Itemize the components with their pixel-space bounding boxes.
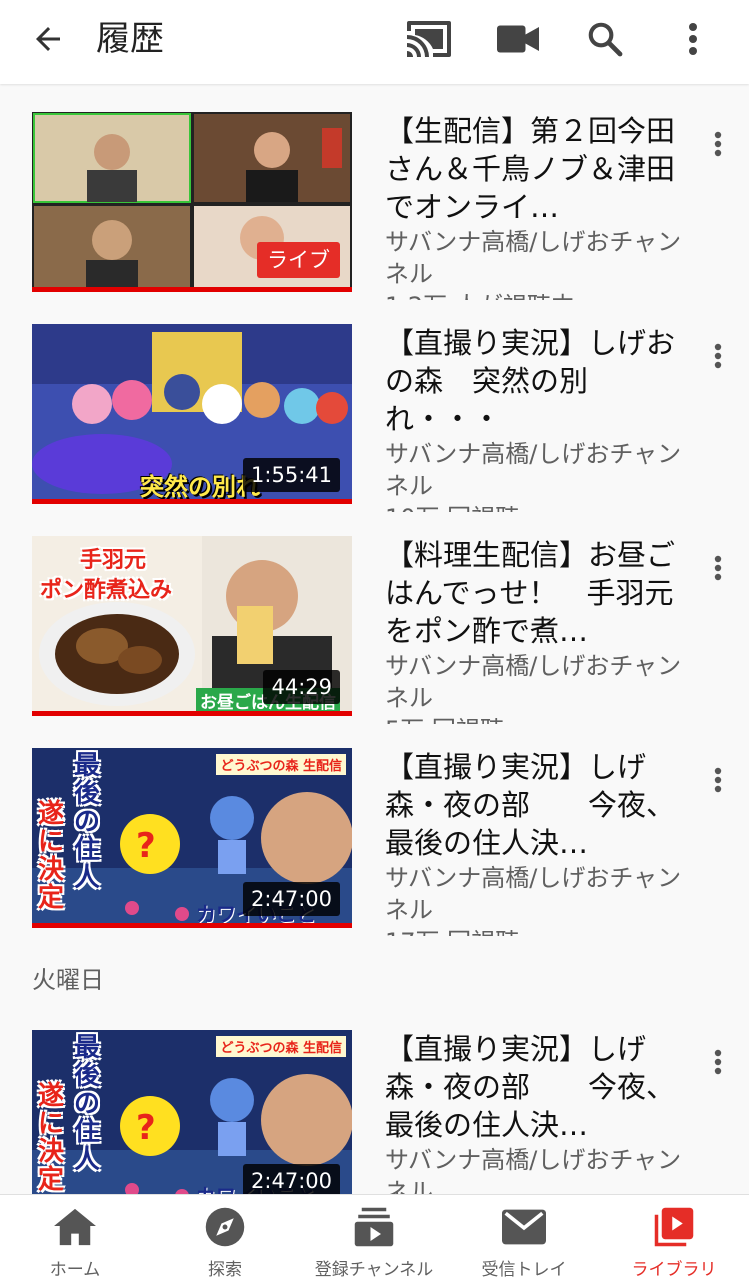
video-title[interactable]: 【直撮り実況】しげ森・夜の部 今夜、最後の住人決…: [385, 748, 685, 862]
thumbnail-caption: ポン酢煮込み: [40, 578, 173, 603]
video-more-button[interactable]: [700, 544, 736, 592]
home-icon: [50, 1205, 100, 1249]
nav-explore[interactable]: 探索: [150, 1195, 300, 1286]
explore-icon: [200, 1205, 250, 1249]
bottom-navigation: ホーム 探索 登録チャンネル 受信トレイ ライブラリ: [0, 1194, 749, 1286]
search-icon: [588, 22, 623, 57]
thumbnail-question-mark: ?: [136, 826, 156, 866]
video-meta: 【直撮り実況】しげおの森 突然の別れ・・・ サバンナ高橋/しげおチャンネル 10…: [385, 324, 685, 512]
nav-library[interactable]: ライブラリ: [599, 1195, 749, 1286]
thumbnail-caption: 遂に決定: [38, 1081, 65, 1194]
channel-name: サバンナ高橋/しげおチャンネル: [385, 228, 682, 288]
nav-home[interactable]: ホーム: [0, 1195, 150, 1286]
page-title: 履歴: [96, 19, 164, 59]
nav-label: 受信トレイ: [481, 1260, 567, 1280]
video-item[interactable]: 最後の住人 遂に決定 どうぶつの森 生配信 ? カワイいこと 2:47:00 【…: [0, 748, 749, 938]
view-stats: 1.2万 人が視聴中: [385, 290, 685, 300]
video-duration: 44:29: [263, 670, 340, 704]
section-header-day: 火曜日: [32, 966, 104, 994]
watch-progress-bar: [32, 923, 352, 928]
thumbnail-caption: 突然の別れ: [140, 473, 260, 501]
thumbnail-caption: 最後の住人: [74, 1033, 101, 1175]
thumbnail-caption: 最後の住人: [74, 751, 101, 893]
video-thumbnail[interactable]: 最後の住人 遂に決定 どうぶつの森 生配信 ? カワイいこと 2:47:00: [32, 1030, 352, 1194]
nav-label: ホーム: [49, 1260, 101, 1280]
cast-icon: [407, 21, 451, 57]
channel-name: サバンナ高橋/しげおチャンネル: [385, 1146, 682, 1194]
thumbnail-caption: どうぶつの森 生配信: [216, 754, 346, 775]
thumbnail-caption: 手羽元: [80, 548, 147, 573]
more-vert-icon: [714, 343, 722, 369]
more-vert-icon: [689, 23, 697, 55]
live-badge: ライブ: [257, 242, 340, 278]
video-item[interactable]: 手羽元 ポン酢煮込み お昼ごはん生配信 44:29 【料理生配信】お昼ごはんでっ…: [0, 536, 749, 726]
video-title[interactable]: 【直撮り実況】しげおの森 突然の別れ・・・: [385, 324, 685, 438]
video-more-button[interactable]: [700, 756, 736, 804]
nav-label: 登録チャンネル: [314, 1260, 434, 1280]
video-more-button[interactable]: [700, 332, 736, 380]
thumbnail-caption: どうぶつの森 生配信: [216, 1036, 346, 1057]
nav-inbox[interactable]: 受信トレイ: [449, 1195, 599, 1286]
video-meta: 【生配信】第２回今田さん＆千鳥ノブ＆津田でオンライ… サバンナ高橋/しげおチャン…: [385, 112, 685, 300]
back-arrow-icon: [36, 27, 60, 51]
video-thumbnail[interactable]: 突然の別れ 1:55:41: [32, 324, 352, 504]
upload-video-button[interactable]: [491, 13, 545, 65]
watch-progress-bar: [32, 711, 352, 716]
more-vert-icon: [714, 1049, 722, 1075]
more-vert-icon: [714, 767, 722, 793]
video-item[interactable]: ライブ 【生配信】第２回今田さん＆千鳥ノブ＆津田でオンライ… サバンナ高橋/しげ…: [0, 112, 749, 302]
video-thumbnail[interactable]: 最後の住人 遂に決定 どうぶつの森 生配信 ? カワイいこと 2:47:00: [32, 748, 352, 928]
more-options-button[interactable]: [666, 13, 720, 65]
video-duration: 2:47:00: [243, 882, 340, 916]
nav-label: 探索: [208, 1260, 242, 1280]
subscriptions-icon: [349, 1205, 399, 1249]
thumbnail-question-mark: ?: [136, 1108, 156, 1148]
channel-name: サバンナ高橋/しげおチャンネル: [385, 864, 682, 924]
channel-name: サバンナ高橋/しげおチャンネル: [385, 652, 682, 712]
back-button[interactable]: [22, 16, 74, 62]
video-more-button[interactable]: [700, 120, 736, 168]
history-list: ライブ 【生配信】第２回今田さん＆千鳥ノブ＆津田でオンライ… サバンナ高橋/しげ…: [0, 84, 749, 1194]
more-vert-icon: [714, 131, 722, 157]
video-duration: 1:55:41: [243, 458, 340, 492]
video-meta: 【料理生配信】お昼ごはんでっせ！ 手羽元をポン酢で煮… サバンナ高橋/しげおチャ…: [385, 536, 685, 724]
video-title[interactable]: 【料理生配信】お昼ごはんでっせ！ 手羽元をポン酢で煮…: [385, 536, 685, 650]
nav-subscriptions[interactable]: 登録チャンネル: [299, 1195, 449, 1286]
video-item[interactable]: 最後の住人 遂に決定 どうぶつの森 生配信 ? カワイいこと 2:47:00 【…: [0, 1030, 749, 1194]
watch-progress-bar: [32, 499, 352, 504]
video-thumbnail[interactable]: ライブ: [32, 112, 352, 292]
more-vert-icon: [714, 555, 722, 581]
video-meta: 【直撮り実況】しげ森・夜の部 今夜、最後の住人決… サバンナ高橋/しげおチャンネ…: [385, 748, 685, 936]
search-button[interactable]: [578, 13, 632, 65]
library-icon: [649, 1205, 699, 1249]
video-title[interactable]: 【直撮り実況】しげ森・夜の部 今夜、最後の住人決…: [385, 1030, 685, 1144]
channel-name: サバンナ高橋/しげおチャンネル: [385, 440, 682, 500]
video-title[interactable]: 【生配信】第２回今田さん＆千鳥ノブ＆津田でオンライ…: [385, 112, 685, 226]
inbox-icon: [499, 1205, 549, 1249]
top-app-bar: 履歴: [0, 0, 749, 84]
view-stats: 5万 回視聴: [385, 714, 685, 724]
cast-button[interactable]: [402, 13, 456, 65]
thumbnail-caption: 遂に決定: [38, 799, 65, 913]
view-stats: 10万 回視聴: [385, 502, 685, 512]
video-thumbnail[interactable]: 手羽元 ポン酢煮込み お昼ごはん生配信 44:29: [32, 536, 352, 716]
video-duration: 2:47:00: [243, 1164, 340, 1194]
video-item[interactable]: 突然の別れ 1:55:41 【直撮り実況】しげおの森 突然の別れ・・・ サバンナ…: [0, 324, 749, 514]
video-camera-icon: [497, 25, 539, 53]
watch-progress-bar: [32, 287, 352, 292]
video-more-button[interactable]: [700, 1038, 736, 1086]
view-stats: 17万 回視聴: [385, 926, 685, 936]
nav-label: ライブラリ: [631, 1260, 717, 1280]
video-meta: 【直撮り実況】しげ森・夜の部 今夜、最後の住人決… サバンナ高橋/しげおチャンネ…: [385, 1030, 685, 1194]
